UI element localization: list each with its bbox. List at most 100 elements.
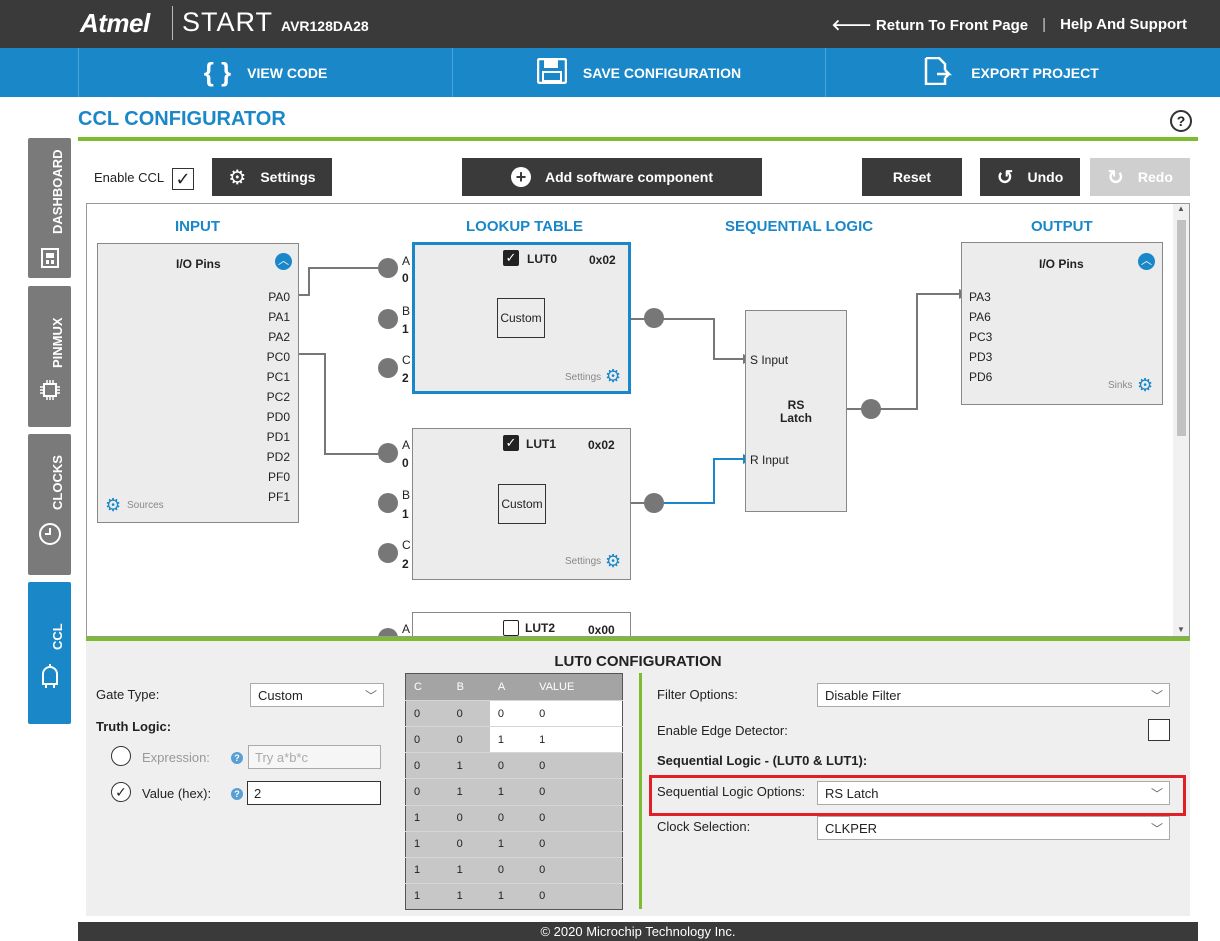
settings-button[interactable]: ⚙ Settings — [212, 158, 332, 196]
help-support-link[interactable]: Help And Support — [1060, 16, 1187, 33]
sinks-gear-icon[interactable]: ⚙ — [1137, 376, 1153, 394]
ccl-diagram-canvas[interactable]: INPUT LOOKUP TABLE SEQUENTIAL LOGIC OUTP… — [86, 203, 1190, 637]
truth-table-header-cell: A — [489, 673, 532, 701]
truth-table: C B A VALUE 0000 0011 0100 0110 1000 101… — [405, 673, 623, 910]
scroll-thumb[interactable] — [1177, 220, 1186, 436]
gate-type-select[interactable]: Custom ﹀ — [250, 683, 384, 707]
lut1-input-a-port[interactable] — [378, 443, 398, 463]
collapse-chevron-icon[interactable]: ︿ — [275, 253, 292, 270]
value-hex-input[interactable]: 2 — [247, 781, 381, 805]
lut0-output-port[interactable] — [644, 308, 664, 328]
lut1-enable-checkbox[interactable]: ✓ — [503, 435, 519, 451]
undo-button[interactable]: ↺ Undo — [980, 158, 1080, 196]
table-cell[interactable]: 0 — [531, 830, 623, 858]
export-project-button[interactable]: EXPORT PROJECT — [825, 48, 1196, 97]
table-cell[interactable]: 0 — [531, 699, 623, 727]
expression-help-icon[interactable]: ? — [231, 752, 243, 764]
sequential-logic-options-select[interactable]: RS Latch ﹀ — [817, 781, 1170, 805]
sidebar-item-pinmux[interactable]: PINMUX — [28, 286, 71, 427]
table-cell[interactable]: 0 — [531, 856, 623, 884]
lut0-box[interactable]: ✓ LUT0 0x02 A 0 B 1 C 2 Custom Settings … — [402, 242, 631, 394]
sidebar-item-dashboard[interactable]: DASHBOARD — [28, 138, 71, 278]
lut1-input-c-index: 2 — [402, 557, 409, 571]
canvas-scrollbar[interactable]: ▲ ▼ — [1173, 204, 1189, 636]
input-pin[interactable]: PA2 — [267, 327, 290, 347]
chevron-down-icon: ﹀ — [364, 689, 377, 703]
lut1-input-b-port[interactable] — [378, 493, 398, 513]
sources-gear-icon[interactable]: ⚙ — [105, 496, 121, 514]
input-pin[interactable]: PA0 — [267, 287, 290, 307]
output-io-pins-box[interactable]: I/O Pins ︿ PA3 PA6 PC3 PD3 PD6 Sinks ⚙ — [961, 242, 1163, 405]
view-code-button[interactable]: { } VIEW CODE — [78, 48, 452, 97]
edge-detector-checkbox[interactable] — [1148, 719, 1170, 741]
clock-selection-select[interactable]: CLKPER ﹀ — [817, 816, 1170, 840]
lut2-enable-checkbox[interactable] — [503, 620, 519, 636]
table-cell[interactable]: 1 — [531, 726, 623, 753]
lut1-box[interactable]: ✓ LUT1 0x02 A 0 B 1 C 2 Custom Settings … — [402, 428, 631, 580]
lut0-enable-checkbox[interactable]: ✓ — [503, 250, 519, 266]
redo-icon: ↻ — [1107, 166, 1124, 189]
lut0-gate-box[interactable]: Custom — [497, 298, 545, 338]
value-hex-help-icon[interactable]: ? — [231, 788, 243, 800]
expression-input[interactable]: Try a*b*c — [248, 745, 381, 769]
table-cell: 0 — [489, 804, 532, 832]
output-pin[interactable]: PC3 — [969, 327, 992, 347]
rs-latch-box[interactable]: S Input R Input RS Latch — [745, 310, 847, 512]
input-io-pins-box[interactable]: I/O Pins ︿ PA0 PA1 PA2 PC0 PC1 PC2 PD0 P… — [97, 243, 299, 523]
lut1-name: LUT1 — [526, 437, 556, 451]
truth-table-header-cell: VALUE — [531, 673, 623, 701]
input-pin[interactable]: PA1 — [267, 307, 290, 327]
product-name: START — [182, 7, 274, 37]
lut0-input-c-index: 2 — [402, 371, 409, 385]
output-pin[interactable]: PA6 — [969, 307, 992, 327]
gate-type-label: Gate Type: — [96, 687, 160, 702]
save-configuration-button[interactable]: SAVE CONFIGURATION — [452, 48, 825, 97]
input-pin[interactable]: PD2 — [267, 447, 290, 467]
input-pin[interactable]: PD1 — [267, 427, 290, 447]
lut1-input-c-port[interactable] — [378, 543, 398, 563]
lut0-value: 0x02 — [589, 253, 616, 267]
lut0-input-b-port[interactable] — [378, 309, 398, 329]
input-pin[interactable]: PF1 — [267, 487, 290, 507]
expression-radio[interactable] — [111, 746, 131, 766]
reset-button[interactable]: Reset — [862, 158, 962, 196]
value-hex-radio[interactable]: ✓ — [111, 782, 131, 802]
sidebar-item-ccl[interactable]: CCL — [28, 582, 71, 724]
return-front-page-link[interactable]: 🡐 Return To Front Page — [832, 15, 1029, 34]
help-icon[interactable]: ? — [1170, 110, 1192, 132]
input-pin[interactable]: PD0 — [267, 407, 290, 427]
input-pin[interactable]: PC1 — [267, 367, 290, 387]
lut0-input-a-port[interactable] — [378, 258, 398, 278]
lut0-input-c-port[interactable] — [378, 358, 398, 378]
table-cell[interactable]: 0 — [531, 752, 623, 779]
input-pin[interactable]: PC0 — [267, 347, 290, 367]
lut2-box[interactable]: LUT2 0x00 A — [402, 612, 631, 636]
lut1-settings-gear-icon[interactable]: ⚙ — [605, 552, 621, 570]
rs-latch-output-port[interactable] — [861, 399, 881, 419]
add-software-component-button[interactable]: + Add software component — [462, 158, 762, 196]
footer: © 2020 Microchip Technology Inc. — [78, 922, 1198, 941]
enable-ccl-checkbox[interactable]: ✓ — [172, 168, 194, 190]
table-cell[interactable]: 0 — [531, 882, 623, 910]
scroll-down-arrow-icon[interactable]: ▼ — [1177, 625, 1185, 634]
main-toolbar: { } VIEW CODE SAVE CONFIGURATION EXPORT … — [0, 48, 1220, 97]
output-pin[interactable]: PA3 — [969, 287, 992, 307]
lut1-input-c-label: C — [402, 538, 411, 552]
scroll-up-arrow-icon[interactable]: ▲ — [1177, 204, 1185, 213]
lut0-input-a-label: A — [402, 254, 411, 268]
lut1-gate-box[interactable]: Custom — [498, 484, 546, 524]
table-cell[interactable]: 0 — [531, 804, 623, 832]
input-pin[interactable]: PF0 — [267, 467, 290, 487]
undo-icon: ↺ — [996, 166, 1014, 189]
output-box-title: I/O Pins — [1039, 257, 1084, 271]
lut1-output-port[interactable] — [644, 493, 664, 513]
output-pin[interactable]: PD6 — [969, 367, 992, 387]
collapse-chevron-icon[interactable]: ︿ — [1138, 253, 1155, 270]
redo-button[interactable]: ↻ Redo — [1090, 158, 1190, 196]
lut0-settings-gear-icon[interactable]: ⚙ — [605, 367, 621, 385]
output-pin[interactable]: PD3 — [969, 347, 992, 367]
filter-options-select[interactable]: Disable Filter ﹀ — [817, 683, 1170, 707]
table-cell[interactable]: 0 — [531, 778, 623, 805]
input-pin[interactable]: PC2 — [267, 387, 290, 407]
sidebar-item-clocks[interactable]: CLOCKS — [28, 434, 71, 575]
